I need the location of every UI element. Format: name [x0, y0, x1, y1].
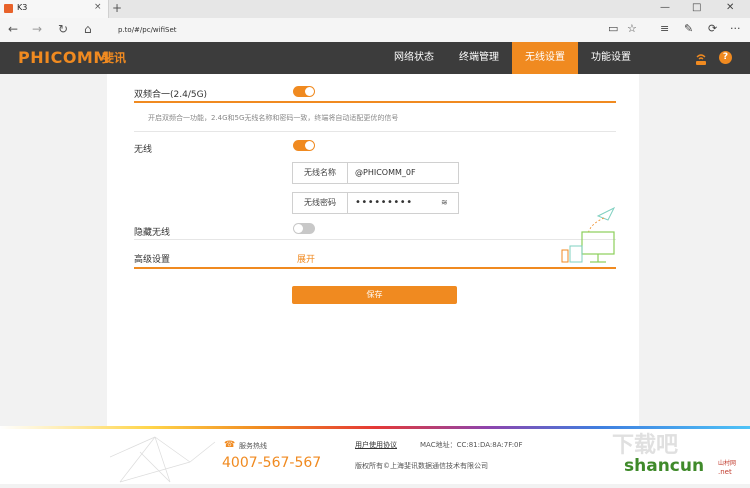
- nav-device-management[interactable]: 终端管理: [449, 42, 509, 74]
- nav-network-status[interactable]: 网络状态: [385, 42, 443, 74]
- hotline-label: 服务热线: [239, 442, 267, 450]
- save-button[interactable]: 保存: [292, 286, 457, 304]
- ssid-field-label: 无线名称: [293, 163, 348, 183]
- minimize-icon[interactable]: —: [660, 2, 670, 13]
- password-field-label: 无线密码: [293, 193, 348, 213]
- password-input[interactable]: •••••••••: [355, 193, 413, 213]
- tab-title: K3: [17, 3, 28, 12]
- reading-view-icon[interactable]: ▭: [608, 22, 618, 35]
- password-field[interactable]: 无线密码 ••••••••• ≋: [292, 192, 459, 214]
- site-favicon-icon: [4, 4, 13, 13]
- watermark-sub: 山村网: [718, 460, 737, 467]
- maximize-icon[interactable]: □: [692, 2, 701, 13]
- tab-close-icon[interactable]: ×: [94, 2, 102, 12]
- ssid-input[interactable]: @PHICOMM_0F: [355, 163, 416, 183]
- url-field[interactable]: p.to/#/pc/wifiSet: [118, 23, 598, 37]
- ssid-field[interactable]: 无线名称 @PHICOMM_0F: [292, 162, 459, 184]
- nav-function-settings[interactable]: 功能设置: [582, 42, 640, 74]
- dual-band-toggle[interactable]: [293, 86, 315, 97]
- copyright-text: 版权所有©上海斐讯数据通信技术有限公司: [355, 462, 488, 470]
- home-icon[interactable]: ⌂: [84, 22, 92, 36]
- refresh-icon[interactable]: ↻: [58, 22, 68, 36]
- watermark-text: shancun: [624, 456, 705, 476]
- new-tab-button[interactable]: +: [112, 1, 122, 15]
- divider: [134, 131, 616, 132]
- hide-ssid-label: 隐藏无线: [134, 228, 171, 238]
- brand-logo: PHICOMM: [18, 48, 110, 67]
- hide-ssid-toggle[interactable]: [293, 223, 315, 234]
- show-password-eye-icon[interactable]: ≋: [441, 198, 448, 207]
- decorative-network-pattern-icon: [109, 432, 220, 484]
- divider: [134, 239, 616, 240]
- dual-band-label: 双频合一(2.4/5G): [134, 90, 208, 100]
- section-divider: [134, 267, 616, 269]
- dual-band-hint: 开启双频合一功能，2.4G和5G无线名称和密码一致，终端将自动适配更优的信号: [148, 114, 399, 122]
- more-icon[interactable]: ···: [730, 22, 741, 35]
- router-icon[interactable]: [694, 51, 708, 65]
- advanced-settings-label: 高级设置: [134, 255, 171, 265]
- advanced-expand-link[interactable]: 展开: [297, 252, 315, 265]
- watermark-tld: .net: [718, 468, 732, 476]
- hotline-number: 4007-567-567: [222, 455, 322, 471]
- browser-tab[interactable]: K3 ×: [0, 0, 109, 18]
- wireless-toggle[interactable]: [293, 140, 315, 151]
- phone-icon: ☎: [224, 440, 236, 450]
- svg-text:下载吧: 下载吧: [612, 432, 678, 458]
- close-window-icon[interactable]: ✕: [726, 2, 734, 13]
- section-divider: [134, 101, 616, 103]
- help-icon[interactable]: ?: [719, 51, 732, 64]
- share-icon[interactable]: ⟳: [708, 22, 717, 35]
- back-icon[interactable]: ←: [8, 22, 18, 36]
- wireless-devices-illustration-icon: [560, 206, 620, 268]
- nav-wireless-settings[interactable]: 无线设置: [512, 42, 578, 74]
- web-note-icon[interactable]: ✎: [684, 22, 693, 35]
- mac-address: MAC地址：CC:81:DA:8A:7F:0F: [420, 441, 523, 449]
- wireless-label: 无线: [134, 145, 153, 155]
- brand-logo-cn: 斐讯: [102, 51, 127, 65]
- watermark: 下载吧 shancun 山村网 .net: [606, 430, 744, 482]
- forward-icon[interactable]: →: [32, 22, 42, 36]
- user-agreement-link[interactable]: 用户使用协议: [355, 440, 397, 450]
- hub-icon[interactable]: ≡: [660, 22, 669, 35]
- favorite-star-icon[interactable]: ☆: [627, 22, 637, 35]
